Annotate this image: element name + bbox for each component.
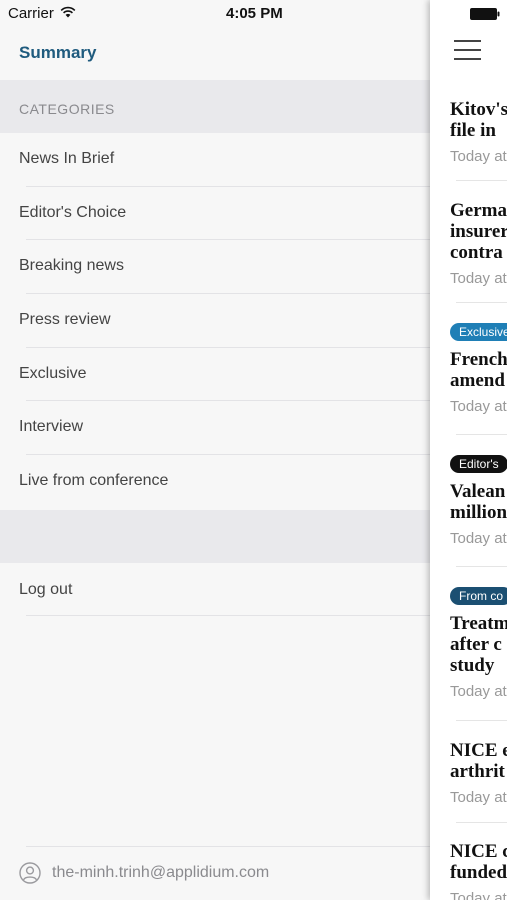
status-time: 4:05 PM — [226, 5, 283, 22]
battery-icon — [470, 8, 500, 20]
article-headline: Treatm after c study — [450, 613, 507, 676]
article-date: Today at — [450, 789, 507, 806]
article-card[interactable]: From co Treatm after c study Today at — [450, 587, 507, 700]
account-info: the-minh.trinh@applidium.com — [0, 852, 430, 892]
article-headline: NICE e arthrit — [450, 740, 507, 782]
menu-item-live-from-conference[interactable]: Live from conference — [0, 455, 430, 509]
article-card[interactable]: Exclusive French amend Today at — [450, 323, 507, 415]
headline-line: million — [450, 502, 507, 523]
logout-button[interactable]: Log out — [0, 563, 430, 616]
article-date: Today at — [450, 890, 507, 900]
categories-header-label: CATEGORIES — [19, 101, 115, 117]
article-card[interactable]: NICE c funded Today at — [450, 841, 507, 900]
menu-item-interview[interactable]: Interview — [0, 401, 430, 456]
divider — [456, 180, 507, 181]
headline-line: NICE c — [450, 841, 507, 862]
headline-line: amend — [450, 370, 505, 391]
carrier-label: Carrier — [8, 5, 54, 22]
side-menu: Summary CATEGORIES News In Brief Editor'… — [0, 0, 430, 900]
user-icon — [19, 862, 41, 884]
article-card[interactable]: NICE e arthrit Today at — [450, 740, 507, 806]
headline-line: file in — [450, 120, 496, 141]
menu-summary-label: Summary — [19, 43, 97, 62]
article-feed-panel[interactable]: Kitov's file in Today at Germa insurer c… — [430, 0, 507, 900]
article-badge-editors-choice: Editor's — [450, 455, 507, 473]
divider — [456, 302, 507, 303]
menu-item-news-in-brief[interactable]: News In Brief — [0, 133, 430, 187]
menu-item-breaking-news[interactable]: Breaking news — [0, 240, 430, 295]
headline-line: NICE e — [450, 740, 507, 761]
headline-line: after c — [450, 634, 502, 655]
article-date: Today at — [450, 530, 507, 547]
divider — [456, 566, 507, 567]
article-card[interactable]: Germa insurer contra Today at — [450, 200, 507, 287]
headline-line: Germa — [450, 200, 507, 221]
article-date: Today at — [450, 398, 507, 415]
menu-item-summary[interactable]: Summary — [0, 28, 430, 80]
hamburger-menu-icon[interactable] — [454, 40, 481, 62]
headline-line: Treatm — [450, 613, 507, 634]
account-email: the-minh.trinh@applidium.com — [52, 864, 270, 881]
menu-item-label: Breaking news — [19, 257, 124, 275]
wifi-icon — [60, 6, 76, 18]
article-headline: Germa insurer contra — [450, 200, 507, 263]
article-headline: French amend — [450, 349, 507, 391]
status-bar: Carrier 4:05 PM — [0, 0, 507, 28]
headline-line: insurer — [450, 221, 507, 242]
article-date: Today at — [450, 683, 507, 700]
divider — [456, 434, 507, 435]
headline-line: French — [450, 349, 507, 370]
article-card[interactable]: Kitov's file in Today at — [450, 99, 507, 165]
menu-item-label: Press review — [19, 311, 111, 329]
article-headline: Valean million — [450, 481, 507, 523]
divider — [456, 822, 507, 823]
headline-line: contra — [450, 242, 503, 263]
headline-line: arthrit — [450, 761, 505, 782]
article-date: Today at — [450, 148, 507, 165]
headline-line: Kitov's — [450, 99, 507, 120]
divider — [456, 720, 507, 721]
article-date: Today at — [450, 270, 507, 287]
logout-label: Log out — [19, 581, 73, 598]
headline-line: funded — [450, 862, 507, 883]
divider — [26, 846, 430, 847]
headline-line: study — [450, 655, 495, 676]
menu-item-label: Editor's Choice — [19, 203, 127, 221]
article-badge-from-conference: From co — [450, 587, 507, 605]
headline-line: Valean — [450, 481, 506, 502]
divider — [26, 615, 430, 616]
article-headline: Kitov's file in — [450, 99, 507, 141]
menu-item-press-review[interactable]: Press review — [0, 294, 430, 348]
menu-item-label: Exclusive — [19, 364, 87, 382]
menu-item-label: Live from conference — [19, 472, 169, 490]
menu-item-exclusive[interactable]: Exclusive — [0, 348, 430, 402]
menu-item-label: News In Brief — [19, 150, 115, 167]
categories-section-header: CATEGORIES — [0, 80, 430, 133]
article-card[interactable]: Editor's Valean million Today at — [450, 455, 507, 547]
menu-item-editors-choice[interactable]: Editor's Choice — [0, 187, 430, 241]
menu-item-label: Interview — [19, 418, 84, 436]
article-headline: NICE c funded — [450, 841, 507, 883]
category-list: News In Brief Editor's Choice Breaking n… — [0, 133, 430, 509]
section-spacer — [0, 510, 430, 563]
article-badge-exclusive: Exclusive — [450, 323, 507, 341]
